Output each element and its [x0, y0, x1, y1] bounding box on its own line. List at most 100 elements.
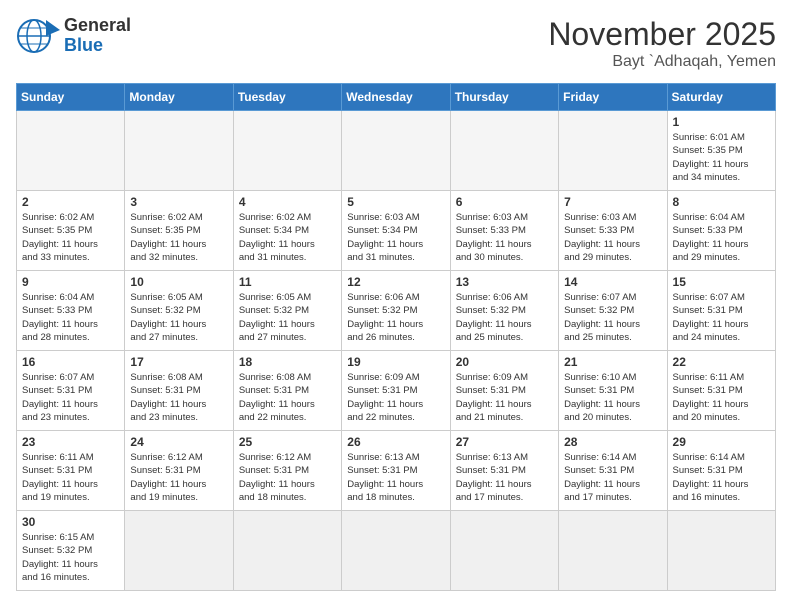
- day-number: 17: [130, 355, 227, 369]
- day-info: Sunrise: 6:02 AM Sunset: 5:35 PM Dayligh…: [22, 211, 119, 264]
- day-number: 13: [456, 275, 553, 289]
- day-number: 12: [347, 275, 444, 289]
- day-number: 16: [22, 355, 119, 369]
- calendar-cell: 9 Sunrise: 6:04 AM Sunset: 5:33 PM Daylig…: [17, 271, 125, 351]
- calendar-week-row: 1Sunrise: 6:01 AM Sunset: 5:35 PM Daylig…: [17, 111, 776, 191]
- calendar-cell: 24 Sunrise: 6:12 AM Sunset: 5:31 PM Dayli…: [125, 431, 233, 511]
- day-info: Sunrise: 6:09 AM Sunset: 5:31 PM Dayligh…: [347, 371, 444, 424]
- day-info: Sunrise: 6:10 AM Sunset: 5:31 PM Dayligh…: [564, 371, 661, 424]
- day-info: Sunrise: 6:01 AM Sunset: 5:35 PM Dayligh…: [673, 131, 770, 184]
- day-info: Sunrise: 6:09 AM Sunset: 5:31 PM Dayligh…: [456, 371, 553, 424]
- page-header: General Blue November 2025 Bayt `Adhaqah…: [16, 16, 776, 71]
- calendar-cell: 25Sunrise: 6:12 AM Sunset: 5:31 PM Dayli…: [233, 431, 341, 511]
- day-header-wednesday: Wednesday: [342, 84, 450, 111]
- logo: General Blue: [16, 16, 131, 56]
- day-number: 3: [130, 195, 227, 209]
- calendar-table: SundayMondayTuesdayWednesdayThursdayFrid…: [16, 83, 776, 591]
- calendar-cell: [559, 111, 667, 191]
- day-number: 19: [347, 355, 444, 369]
- calendar-cell: [342, 111, 450, 191]
- calendar-cell: [125, 511, 233, 591]
- day-header-friday: Friday: [559, 84, 667, 111]
- logo-general-text: General: [64, 16, 131, 36]
- day-number: 21: [564, 355, 661, 369]
- day-info: Sunrise: 6:05 AM Sunset: 5:32 PM Dayligh…: [239, 291, 336, 344]
- calendar-cell: 14 Sunrise: 6:07 AM Sunset: 5:32 PM Dayli…: [559, 271, 667, 351]
- day-number: 9: [22, 275, 119, 289]
- calendar-cell: 26 Sunrise: 6:13 AM Sunset: 5:31 PM Dayli…: [342, 431, 450, 511]
- day-number: 5: [347, 195, 444, 209]
- day-number: 11: [239, 275, 336, 289]
- day-header-monday: Monday: [125, 84, 233, 111]
- day-info: Sunrise: 6:06 AM Sunset: 5:32 PM Dayligh…: [347, 291, 444, 344]
- calendar-cell: [559, 511, 667, 591]
- calendar-cell: 17 Sunrise: 6:08 AM Sunset: 5:31 PM Dayli…: [125, 351, 233, 431]
- calendar-cell: 1Sunrise: 6:01 AM Sunset: 5:35 PM Daylig…: [667, 111, 775, 191]
- days-of-week-row: SundayMondayTuesdayWednesdayThursdayFrid…: [17, 84, 776, 111]
- calendar-cell: [17, 111, 125, 191]
- day-info: Sunrise: 6:02 AM Sunset: 5:35 PM Dayligh…: [130, 211, 227, 264]
- calendar-cell: 18 Sunrise: 6:08 AM Sunset: 5:31 PM Dayli…: [233, 351, 341, 431]
- calendar-cell: 16 Sunrise: 6:07 AM Sunset: 5:31 PM Dayli…: [17, 351, 125, 431]
- day-number: 18: [239, 355, 336, 369]
- day-info: Sunrise: 6:14 AM Sunset: 5:31 PM Dayligh…: [564, 451, 661, 504]
- calendar-week-row: 2 Sunrise: 6:02 AM Sunset: 5:35 PM Daylig…: [17, 191, 776, 271]
- calendar-cell: 11 Sunrise: 6:05 AM Sunset: 5:32 PM Dayli…: [233, 271, 341, 351]
- day-info: Sunrise: 6:07 AM Sunset: 5:31 PM Dayligh…: [673, 291, 770, 344]
- day-number: 10: [130, 275, 227, 289]
- day-header-tuesday: Tuesday: [233, 84, 341, 111]
- calendar-cell: [233, 511, 341, 591]
- day-number: 15: [673, 275, 770, 289]
- logo-blue-text: Blue: [64, 36, 131, 56]
- calendar-cell: 13Sunrise: 6:06 AM Sunset: 5:32 PM Dayli…: [450, 271, 558, 351]
- day-info: Sunrise: 6:08 AM Sunset: 5:31 PM Dayligh…: [130, 371, 227, 424]
- page-title: November 2025: [548, 16, 776, 53]
- day-header-thursday: Thursday: [450, 84, 558, 111]
- calendar-cell: 27Sunrise: 6:13 AM Sunset: 5:31 PM Dayli…: [450, 431, 558, 511]
- calendar-week-row: 9 Sunrise: 6:04 AM Sunset: 5:33 PM Daylig…: [17, 271, 776, 351]
- day-info: Sunrise: 6:03 AM Sunset: 5:34 PM Dayligh…: [347, 211, 444, 264]
- day-number: 14: [564, 275, 661, 289]
- logo-icon: [16, 16, 60, 56]
- day-number: 26: [347, 435, 444, 449]
- calendar-cell: 12 Sunrise: 6:06 AM Sunset: 5:32 PM Dayli…: [342, 271, 450, 351]
- day-info: Sunrise: 6:15 AM Sunset: 5:32 PM Dayligh…: [22, 531, 119, 584]
- calendar-cell: 28Sunrise: 6:14 AM Sunset: 5:31 PM Dayli…: [559, 431, 667, 511]
- calendar-week-row: 30 Sunrise: 6:15 AM Sunset: 5:32 PM Dayli…: [17, 511, 776, 591]
- day-info: Sunrise: 6:14 AM Sunset: 5:31 PM Dayligh…: [673, 451, 770, 504]
- calendar-cell: [667, 511, 775, 591]
- day-info: Sunrise: 6:03 AM Sunset: 5:33 PM Dayligh…: [456, 211, 553, 264]
- day-number: 4: [239, 195, 336, 209]
- day-info: Sunrise: 6:04 AM Sunset: 5:33 PM Dayligh…: [22, 291, 119, 344]
- day-number: 30: [22, 515, 119, 529]
- day-info: Sunrise: 6:13 AM Sunset: 5:31 PM Dayligh…: [347, 451, 444, 504]
- calendar-cell: 2 Sunrise: 6:02 AM Sunset: 5:35 PM Daylig…: [17, 191, 125, 271]
- day-info: Sunrise: 6:07 AM Sunset: 5:32 PM Dayligh…: [564, 291, 661, 344]
- day-number: 24: [130, 435, 227, 449]
- calendar-cell: 7Sunrise: 6:03 AM Sunset: 5:33 PM Daylig…: [559, 191, 667, 271]
- day-header-sunday: Sunday: [17, 84, 125, 111]
- calendar-body: 1Sunrise: 6:01 AM Sunset: 5:35 PM Daylig…: [17, 111, 776, 591]
- page-subtitle: Bayt `Adhaqah, Yemen: [548, 53, 776, 71]
- day-info: Sunrise: 6:12 AM Sunset: 5:31 PM Dayligh…: [130, 451, 227, 504]
- title-section: November 2025 Bayt `Adhaqah, Yemen: [548, 16, 776, 71]
- calendar-cell: 30 Sunrise: 6:15 AM Sunset: 5:32 PM Dayli…: [17, 511, 125, 591]
- calendar-cell: 29 Sunrise: 6:14 AM Sunset: 5:31 PM Dayli…: [667, 431, 775, 511]
- calendar-cell: 20Sunrise: 6:09 AM Sunset: 5:31 PM Dayli…: [450, 351, 558, 431]
- day-info: Sunrise: 6:08 AM Sunset: 5:31 PM Dayligh…: [239, 371, 336, 424]
- day-number: 22: [673, 355, 770, 369]
- calendar-cell: 8Sunrise: 6:04 AM Sunset: 5:33 PM Daylig…: [667, 191, 775, 271]
- calendar-cell: 3 Sunrise: 6:02 AM Sunset: 5:35 PM Daylig…: [125, 191, 233, 271]
- day-info: Sunrise: 6:07 AM Sunset: 5:31 PM Dayligh…: [22, 371, 119, 424]
- day-info: Sunrise: 6:12 AM Sunset: 5:31 PM Dayligh…: [239, 451, 336, 504]
- day-number: 7: [564, 195, 661, 209]
- day-number: 29: [673, 435, 770, 449]
- calendar-cell: [125, 111, 233, 191]
- calendar-cell: 15 Sunrise: 6:07 AM Sunset: 5:31 PM Dayli…: [667, 271, 775, 351]
- calendar-cell: 4Sunrise: 6:02 AM Sunset: 5:34 PM Daylig…: [233, 191, 341, 271]
- day-number: 2: [22, 195, 119, 209]
- calendar-cell: [450, 511, 558, 591]
- calendar-cell: 23Sunrise: 6:11 AM Sunset: 5:31 PM Dayli…: [17, 431, 125, 511]
- day-number: 8: [673, 195, 770, 209]
- day-info: Sunrise: 6:11 AM Sunset: 5:31 PM Dayligh…: [673, 371, 770, 424]
